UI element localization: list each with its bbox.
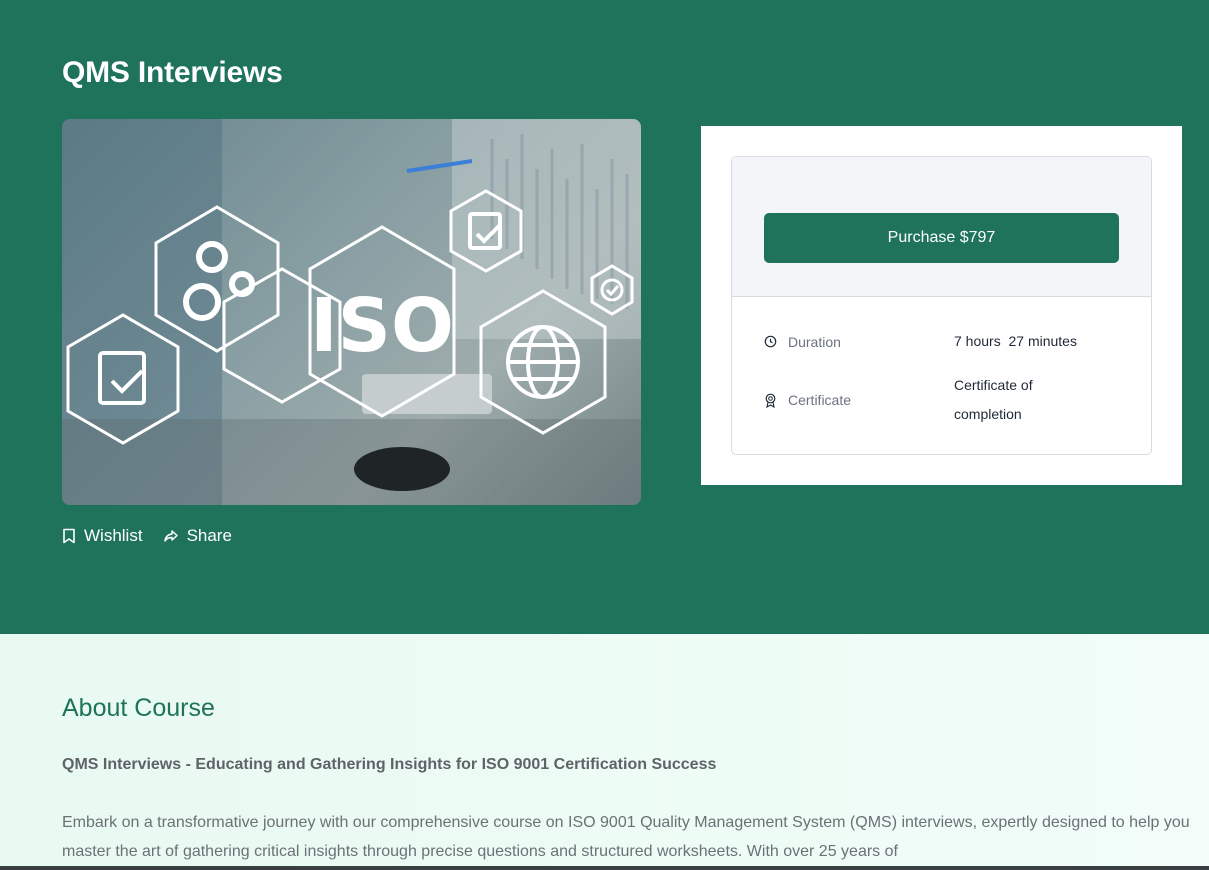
page-title: QMS Interviews <box>62 56 283 89</box>
course-actions: Wishlist Share <box>62 526 232 546</box>
duration-label: Duration <box>788 333 841 350</box>
clock-icon <box>764 335 777 348</box>
duration-value: 7 hours 27 minutes <box>954 333 1077 349</box>
purchase-button[interactable]: Purchase $797 <box>764 213 1119 263</box>
certificate-label: Certificate <box>788 392 852 408</box>
certificate-label-wrap: Certificate <box>764 392 954 408</box>
purchase-card: Purchase $797 Duration 7 hours 27 minute… <box>701 126 1182 485</box>
window-bottom-edge <box>0 866 1209 870</box>
share-button[interactable]: Share <box>163 526 232 546</box>
wishlist-label: Wishlist <box>84 526 143 545</box>
about-section: About Course QMS Interviews - Educating … <box>0 634 1209 870</box>
certificate-value: Certificate of completion <box>954 377 1037 422</box>
wishlist-button[interactable]: Wishlist <box>62 526 143 546</box>
about-heading: About Course <box>62 694 215 722</box>
thumbnail-iso-text: ISO <box>310 283 454 369</box>
share-label: Share <box>186 526 232 545</box>
about-body: Embark on a transformative journey with … <box>62 814 1190 860</box>
bookmark-icon <box>63 528 75 544</box>
award-icon <box>765 393 776 408</box>
duration-row: Duration 7 hours 27 minutes <box>764 327 1104 356</box>
certificate-row: Certificate Certificate of completion <box>764 371 1104 429</box>
share-icon <box>163 530 178 542</box>
about-subtitle: QMS Interviews - Educating and Gathering… <box>62 756 717 773</box>
purchase-top: Purchase $797 <box>732 157 1151 297</box>
iso-illustration: ISO <box>62 119 641 505</box>
duration-label-wrap: Duration <box>764 334 954 350</box>
course-thumbnail: ISO <box>62 119 641 505</box>
purchase-inner-card: Purchase $797 Duration 7 hours 27 minute… <box>731 156 1152 455</box>
